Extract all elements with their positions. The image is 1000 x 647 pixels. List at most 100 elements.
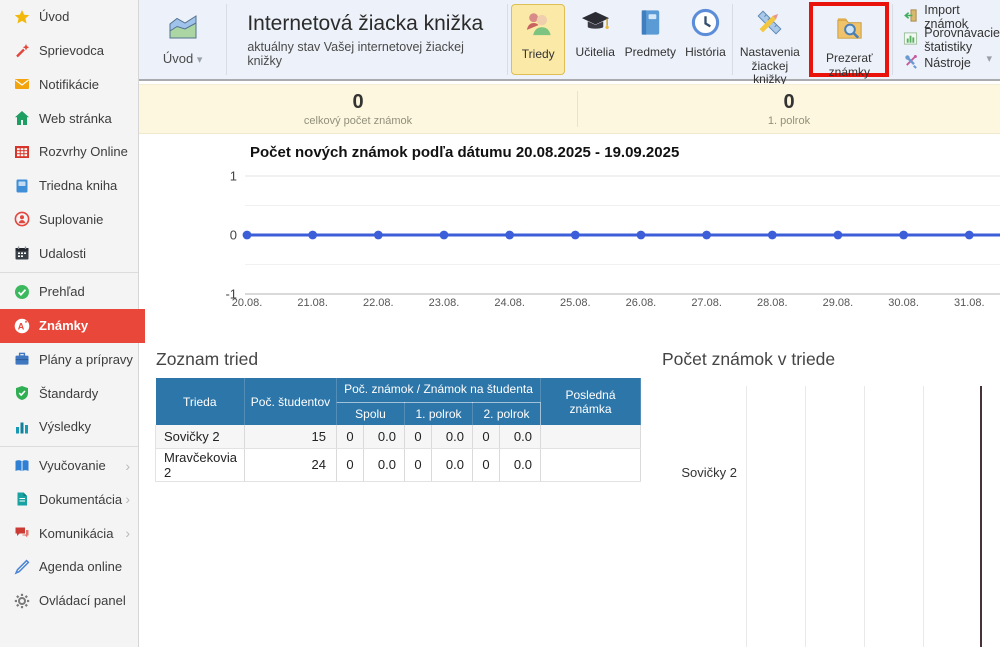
sidebar-item-label: Rozvrhy Online bbox=[39, 144, 128, 159]
toolbar-button-label: Triedy bbox=[522, 48, 555, 62]
ruler-pencil-icon bbox=[753, 7, 786, 43]
svg-text:31.08.: 31.08. bbox=[954, 297, 985, 309]
sidebar-item--vod[interactable]: Úvod bbox=[0, 0, 138, 34]
sidebar-item-label: Komunikácia bbox=[39, 526, 113, 541]
menu-item-label: Nástroje bbox=[924, 56, 971, 70]
toolbar-button-label: Učitelia bbox=[576, 46, 615, 60]
calendar-icon bbox=[14, 245, 30, 261]
toolbar-menu: Import známokPorovnávacie štatistiky Nást… bbox=[893, 0, 1000, 79]
page-title-block: Internetová žiacka knižka aktuálny stav … bbox=[227, 0, 507, 79]
sidebar-item-suplovanie[interactable]: Suplovanie bbox=[0, 203, 138, 237]
toolbar-button-label: Prezerať známky bbox=[818, 52, 880, 79]
chevron-down-icon: ▾ bbox=[197, 54, 203, 66]
mini-bars-icon bbox=[903, 31, 918, 49]
svg-text:28.08.: 28.08. bbox=[757, 297, 788, 309]
sidebar-item-label: Dokumentácia bbox=[39, 492, 122, 507]
bar-chart-gridline bbox=[746, 386, 747, 647]
sidebar-item-triedna-kniha[interactable]: Triedna kniha bbox=[0, 169, 138, 203]
sidebar-item-agenda-online[interactable]: Agenda online bbox=[0, 550, 138, 584]
sidebar-item-komunik-cia[interactable]: Komunikácia › bbox=[0, 516, 138, 550]
bar-chart-gridline bbox=[923, 386, 924, 647]
home-dropdown[interactable]: Úvod ▾ bbox=[139, 0, 226, 79]
toolbar-button-label: Nastavenia žiackej knižky bbox=[738, 46, 801, 87]
toolbar-button-prezera-zn-mky[interactable]: Prezerať známky bbox=[813, 6, 885, 73]
folder-search-icon bbox=[833, 13, 866, 49]
bar-chart-gridline bbox=[864, 386, 865, 647]
shield-check-icon bbox=[14, 385, 30, 401]
sidebar-item-pl-ny-a-pr-pravy[interactable]: Plány a prípravy bbox=[0, 343, 138, 377]
sidebar-item-label: Agenda online bbox=[39, 559, 122, 574]
sidebar-item-zn-mky[interactable]: A*Známky bbox=[0, 309, 145, 343]
svg-text:29.08.: 29.08. bbox=[823, 297, 854, 309]
grades-per-class-bar-chart: Počet známok v triede Sovičky 2 bbox=[139, 345, 1000, 647]
chevron-down-icon[interactable]: ▾ bbox=[986, 52, 992, 65]
menu-item-label: Porovnávacie štatistiky bbox=[924, 26, 1000, 54]
notebook-icon bbox=[14, 178, 30, 194]
chevron-right-icon: › bbox=[125, 458, 130, 474]
svg-text:25.08.: 25.08. bbox=[560, 297, 591, 309]
sidebar-item-web-str-nka[interactable]: Web stránka bbox=[0, 101, 138, 135]
annotation-highlight-box: Prezerať známky bbox=[809, 2, 889, 77]
sidebar-item-v-sledky[interactable]: Výsledky bbox=[0, 410, 138, 444]
chevron-right-icon: › bbox=[125, 491, 130, 507]
toolbar-button-predmety[interactable]: Predmety bbox=[622, 0, 678, 79]
sidebar-divider bbox=[0, 272, 138, 273]
bar-chart-category-label: Sovičky 2 bbox=[627, 465, 737, 480]
sidebar-item-label: Triedna kniha bbox=[39, 178, 117, 193]
top-toolbar: Úvod ▾ Internetová žiacka knižka aktuáln… bbox=[139, 0, 1000, 81]
sidebar-item-udalosti[interactable]: Udalosti bbox=[0, 236, 138, 270]
menu-item-porovn-vacie-tatistiky[interactable]: Porovnávacie štatistiky bbox=[903, 29, 1000, 50]
chevron-right-icon: › bbox=[125, 525, 130, 541]
book-icon bbox=[634, 7, 667, 43]
sidebar-item-label: Výsledky bbox=[39, 419, 91, 434]
graduation-cap-icon bbox=[579, 7, 612, 43]
sidebar-item-dokument-cia[interactable]: Dokumentácia› bbox=[0, 483, 138, 517]
svg-text:22.08.: 22.08. bbox=[363, 297, 394, 309]
svg-text:0: 0 bbox=[230, 228, 237, 243]
bar-chart-axis-line bbox=[980, 386, 982, 647]
magic-wand-icon bbox=[14, 43, 30, 59]
svg-text:26.08.: 26.08. bbox=[626, 297, 657, 309]
sidebar-item-label: Úvod bbox=[39, 9, 69, 24]
svg-text:21.08.: 21.08. bbox=[297, 297, 328, 309]
sidebar-item-rozvrhy-online[interactable]: Rozvrhy Online bbox=[0, 135, 138, 169]
sidebar-item-sprievodca[interactable]: Sprievodca bbox=[0, 34, 138, 68]
svg-text:27.08.: 27.08. bbox=[691, 297, 722, 309]
toolbar-button-nastavenia-iackej-kni-ky[interactable]: Nastavenia žiackej knižky bbox=[733, 0, 806, 79]
grade-stats-bar: 0 celkový počet známok 01. polrok bbox=[139, 84, 1000, 134]
briefcase-icon bbox=[14, 351, 30, 367]
clock-icon bbox=[689, 7, 722, 43]
chat-bubbles-icon bbox=[14, 525, 30, 541]
sidebar-item-label: Notifikácie bbox=[39, 77, 99, 92]
sidebar-item-vyu-ovanie[interactable]: Vyučovanie › bbox=[0, 449, 138, 483]
envelope-icon bbox=[14, 76, 30, 92]
toolbar-button-u-itelia[interactable]: Učitelia bbox=[568, 0, 622, 79]
sidebar-item-label: Prehľad bbox=[39, 284, 85, 299]
sidebar-item-ovl-dac-panel[interactable]: Ovládací panel bbox=[0, 584, 138, 618]
svg-text:20.08.: 20.08. bbox=[232, 297, 263, 309]
toolbar-button-hist-ria[interactable]: História bbox=[678, 0, 732, 79]
svg-text:A: A bbox=[17, 321, 24, 331]
edupage-gradebook-app: Úvod Sprievodca Notifikácie Web stránka Rozv… bbox=[0, 0, 1000, 647]
menu-item-import-zn-mok[interactable]: Import známok bbox=[903, 6, 1000, 27]
sidebar-item-label: Vyučovanie bbox=[39, 458, 106, 473]
timetable-grid-icon bbox=[14, 144, 30, 160]
students-icon bbox=[522, 9, 555, 45]
bar-chart-title: Počet známok v triede bbox=[662, 349, 835, 370]
toolbar-button-label: Predmety bbox=[625, 46, 676, 60]
toolbar-button-triedy[interactable]: Triedy bbox=[511, 4, 565, 75]
sidebar-item--tandardy[interactable]: Štandardy bbox=[0, 376, 138, 410]
stat-value: 0 bbox=[352, 91, 363, 113]
sidebar-item-label: Známky bbox=[39, 318, 88, 333]
stat-label: celkový počet známok bbox=[304, 115, 412, 127]
sidebar-item-notifik-cie[interactable]: Notifikácie bbox=[0, 68, 138, 102]
svg-text:1: 1 bbox=[230, 169, 237, 184]
sidebar-divider bbox=[0, 446, 138, 447]
stat-label: 1. polrok bbox=[768, 115, 810, 127]
sidebar-item-label: Suplovanie bbox=[39, 212, 103, 227]
sidebar-item-preh-ad[interactable]: Prehľad bbox=[0, 275, 138, 309]
stat-cell: 01. polrok bbox=[578, 85, 1000, 133]
sidebar-item-label: Udalosti bbox=[39, 246, 86, 261]
sidebar-item-label: Web stránka bbox=[39, 111, 112, 126]
area-chart-icon bbox=[166, 14, 200, 47]
